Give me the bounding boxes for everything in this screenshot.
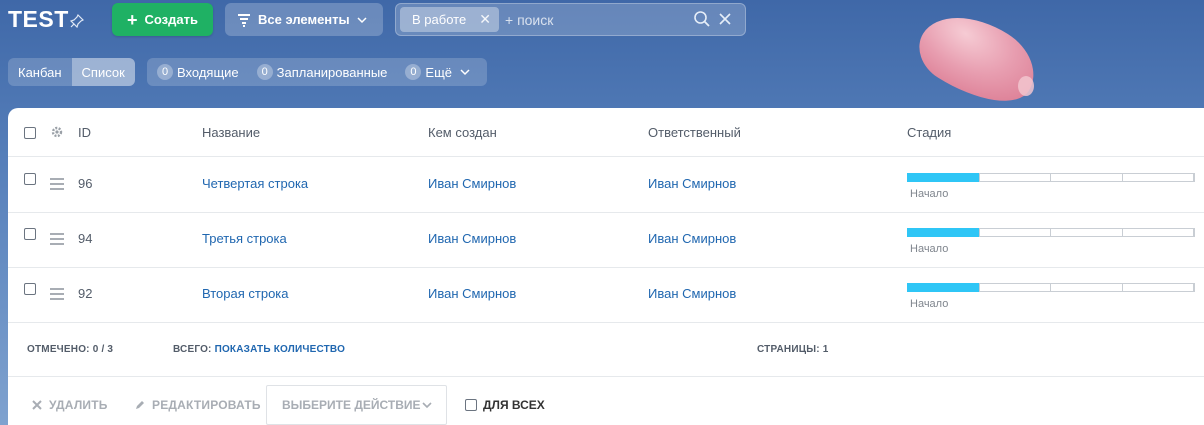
stage-progress-fill — [907, 283, 979, 292]
all-items-filter-button[interactable]: Все элементы — [225, 3, 383, 36]
plus-icon: + — [127, 9, 138, 30]
chevron-down-icon — [460, 69, 470, 76]
stage-progress-fill — [907, 228, 979, 237]
pencil-icon — [136, 401, 144, 409]
counter-badge: 0 — [405, 64, 422, 80]
close-icon — [32, 400, 42, 410]
row-responsible-link[interactable]: Иван Смирнов — [648, 231, 736, 246]
row-created-by-link[interactable]: Иван Смирнов — [428, 286, 516, 301]
column-header-name[interactable]: Название — [202, 125, 260, 140]
counter-planned[interactable]: 0 Запланированные — [256, 64, 388, 80]
table-header: ID Название Кем создан Ответственный Ста… — [8, 108, 1204, 157]
for-all-option[interactable]: ДЛЯ ВСЕХ — [465, 398, 545, 412]
selected-count: ОТМЕЧЕНО: 0 / 3 — [27, 344, 113, 355]
counter-badge: 0 — [256, 64, 273, 80]
stage-progress-fill — [907, 173, 979, 182]
page-number[interactable]: 1 — [823, 344, 829, 355]
delete-button-label: УДАЛИТЬ — [49, 398, 108, 412]
grid-footer-info: ОТМЕЧЕНО: 0 / 3 ВСЕГО: ПОКАЗАТЬ КОЛИЧЕСТ… — [8, 322, 1204, 377]
row-checkbox[interactable] — [24, 228, 36, 240]
filter-icon — [238, 13, 250, 27]
pages-label: СТРАНИЦЫ: — [757, 344, 820, 355]
counter-label: Ещё — [425, 64, 453, 80]
row-created-by-link[interactable]: Иван Смирнов — [428, 176, 516, 191]
pin-icon[interactable] — [70, 14, 84, 28]
row-id: 94 — [78, 231, 93, 246]
counter-more[interactable]: 0 Ещё — [405, 64, 472, 80]
row-name-link[interactable]: Четвертая строка — [202, 176, 308, 191]
total-count-label: ВСЕГО: — [173, 344, 212, 355]
counter-badge: 0 — [157, 64, 173, 80]
search-icon[interactable] — [693, 10, 711, 28]
counter-incoming[interactable]: 0 Входящие — [157, 64, 239, 80]
pagination: СТРАНИЦЫ: 1 — [757, 344, 828, 355]
select-action-label: ВЫБЕРИТЕ ДЕЙСТВИЕ — [282, 398, 421, 412]
row-created-by-link[interactable]: Иван Смирнов — [428, 231, 516, 246]
row-name-link[interactable]: Третья строка — [202, 231, 287, 246]
page-title: TEST — [8, 6, 69, 32]
column-header-stage[interactable]: Стадия — [907, 125, 951, 140]
chip-remove-icon[interactable]: ✕ — [479, 11, 491, 28]
select-all-checkbox[interactable] — [24, 127, 36, 139]
table-row[interactable]: 96 Четвертая строка Иван Смирнов Иван См… — [8, 157, 1204, 213]
stage-progress[interactable]: Начало — [907, 173, 1195, 200]
chevron-down-icon — [422, 402, 432, 409]
row-id: 92 — [78, 286, 93, 301]
filter-chip-label: В работе — [412, 12, 467, 27]
counter-label: Запланированные — [276, 64, 388, 80]
search-input[interactable]: + поиск — [505, 12, 553, 28]
column-header-id[interactable]: ID — [78, 125, 91, 140]
selected-count-value: 0 / 3 — [92, 344, 114, 355]
selected-count-label: ОТМЕЧЕНО: — [27, 344, 90, 355]
clear-search-icon[interactable] — [717, 10, 733, 28]
column-header-created-by[interactable]: Кем создан — [428, 125, 497, 140]
create-button-label: Создать — [144, 12, 198, 27]
edit-button[interactable]: РЕДАКТИРОВАТЬ — [134, 398, 261, 412]
stage-progress[interactable]: Начало — [907, 283, 1195, 310]
column-header-responsible[interactable]: Ответственный — [648, 125, 741, 140]
row-checkbox[interactable] — [24, 283, 36, 295]
filter-chip[interactable]: В работе ✕ — [400, 7, 499, 32]
row-id: 96 — [78, 176, 93, 191]
edit-button-label: РЕДАКТИРОВАТЬ — [152, 398, 261, 412]
gear-icon[interactable] — [50, 125, 64, 139]
row-name-link[interactable]: Вторая строка — [202, 286, 289, 301]
select-action-dropdown[interactable]: ВЫБЕРИТЕ ДЕЙСТВИЕ — [266, 385, 447, 425]
drag-handle-icon[interactable] — [50, 178, 64, 193]
for-all-label: ДЛЯ ВСЕХ — [483, 398, 545, 412]
delete-button[interactable]: УДАЛИТЬ — [31, 398, 108, 412]
create-button[interactable]: + Создать — [112, 3, 213, 36]
drag-handle-icon[interactable] — [50, 233, 64, 248]
stage-progress[interactable]: Начало — [907, 228, 1195, 255]
stage-label: Начало — [910, 188, 949, 200]
row-checkbox[interactable] — [24, 173, 36, 185]
grid-panel: ID Название Кем создан Ответственный Ста… — [8, 108, 1204, 425]
chevron-down-icon — [357, 16, 367, 23]
search-filter-box[interactable]: В работе ✕ + поиск — [395, 3, 746, 36]
row-responsible-link[interactable]: Иван Смирнов — [648, 176, 736, 191]
counters-bar: 0 Входящие 0 Запланированные 0 Ещё — [147, 58, 487, 86]
all-items-label: Все элементы — [258, 12, 350, 27]
drag-handle-icon[interactable] — [50, 288, 64, 303]
show-count-link[interactable]: ПОКАЗАТЬ КОЛИЧЕСТВО — [215, 344, 346, 355]
for-all-checkbox[interactable] — [465, 399, 477, 411]
total-count: ВСЕГО: ПОКАЗАТЬ КОЛИЧЕСТВО — [173, 344, 345, 355]
table-row[interactable]: 94 Третья строка Иван Смирнов Иван Смирн… — [8, 212, 1204, 268]
view-kanban-tab[interactable]: Канбан — [8, 58, 72, 86]
row-responsible-link[interactable]: Иван Смирнов — [648, 286, 736, 301]
table-row[interactable]: 92 Вторая строка Иван Смирнов Иван Смирн… — [8, 267, 1204, 323]
view-switch: Канбан Список — [8, 58, 135, 86]
stage-label: Начало — [910, 243, 949, 255]
background-petal-small — [1018, 76, 1034, 96]
view-list-tab[interactable]: Список — [71, 58, 135, 86]
counter-label: Входящие — [177, 64, 239, 80]
background-petal — [907, 0, 1049, 123]
stage-label: Начало — [910, 298, 949, 310]
actions-panel: УДАЛИТЬ РЕДАКТИРОВАТЬ ВЫБЕРИТЕ ДЕЙСТВИЕ … — [8, 377, 1204, 425]
